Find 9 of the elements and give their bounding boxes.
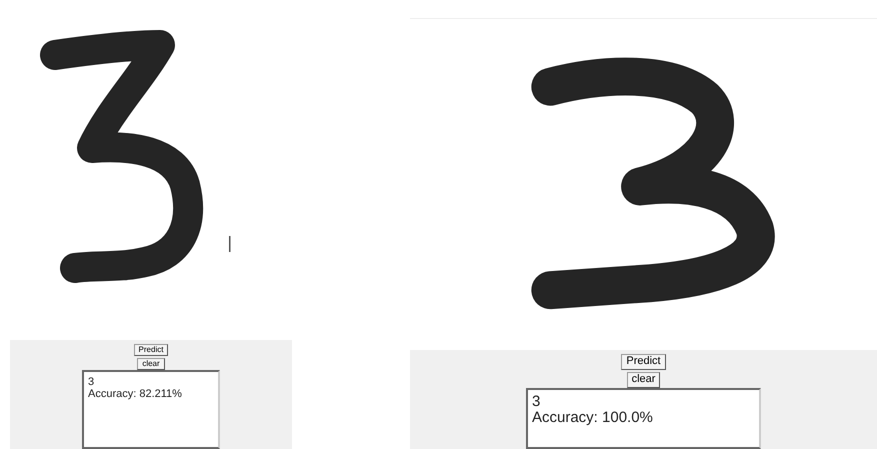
result-text: Accuracy: 100.0% (532, 410, 654, 426)
clear-button[interactable]: clear (626, 372, 660, 388)
clear-button[interactable]: clear (137, 358, 165, 370)
text-cursor-icon (229, 236, 230, 252)
result-text: 3 (532, 394, 542, 410)
result-text: 3 (88, 376, 96, 388)
result-text: Accuracy: 82.211% (88, 388, 183, 400)
predict-button[interactable]: Predict (134, 344, 168, 356)
predict-button[interactable]: Predict (621, 354, 666, 370)
